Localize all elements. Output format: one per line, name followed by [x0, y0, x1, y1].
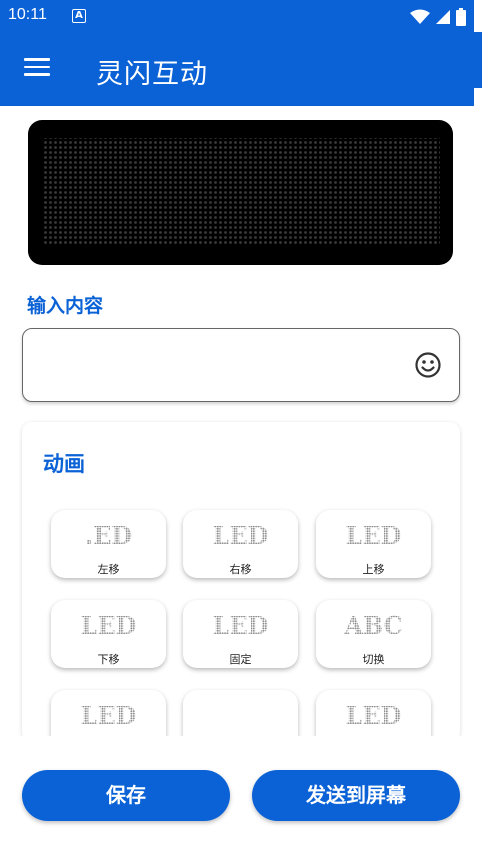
preview-text: LED: [346, 701, 402, 730]
app-bar: 灵闪互动: [0, 32, 474, 106]
animation-option-label: 左移: [97, 563, 120, 576]
text-input-field[interactable]: [22, 328, 460, 402]
animation-preview: ABC: [343, 611, 402, 640]
animation-option[interactable]: [183, 690, 298, 742]
preview-text: LED: [213, 611, 269, 640]
smiley-icon[interactable]: [414, 351, 442, 379]
animation-option-label: 上移: [362, 563, 385, 576]
animation-option[interactable]: ABC 切换: [316, 600, 431, 668]
animation-preview: LED: [213, 611, 269, 640]
animation-preview: [183, 698, 298, 730]
wifi-icon: [410, 9, 430, 24]
animation-option-label: 右移: [229, 563, 252, 576]
animation-option[interactable]: LED 上移: [316, 510, 431, 578]
status-bar: 10:11 A: [0, 0, 474, 32]
menu-icon[interactable]: [24, 58, 50, 78]
app-title: 灵闪互动: [96, 59, 208, 90]
screen-edge: [474, 0, 482, 856]
animation-preview: LED: [346, 701, 402, 730]
notification-icon: A: [72, 9, 86, 23]
animation-option-label: 下移: [97, 653, 120, 666]
preview-text: .ED: [85, 521, 132, 550]
status-time: 10:11: [8, 6, 47, 23]
signal-icon: [436, 10, 450, 24]
animation-option[interactable]: LED 右移: [183, 510, 298, 578]
edge-accent: [474, 32, 482, 88]
animation-preview: LED: [81, 611, 137, 640]
status-icons: [410, 8, 466, 26]
preview-text: LED: [346, 521, 402, 550]
animation-option-label: 固定: [229, 653, 252, 666]
animation-option[interactable]: .ED 左移: [51, 510, 166, 578]
animation-option[interactable]: LED 固定: [183, 600, 298, 668]
preview-text: ABC: [343, 611, 402, 640]
animation-option[interactable]: LED: [316, 690, 431, 742]
animation-preview: LED: [213, 521, 269, 550]
preview-text: LED: [81, 701, 137, 730]
save-button[interactable]: 保存: [22, 770, 230, 821]
animation-option-label: 切换: [362, 653, 385, 666]
send-to-screen-button[interactable]: 发送到屏幕: [252, 770, 460, 821]
animation-preview: .ED: [85, 521, 132, 550]
preview-text: LED: [213, 521, 269, 550]
animation-preview: LED: [346, 521, 402, 550]
preview-text: LED: [81, 611, 137, 640]
animation-card: 动画 .ED 左移 LED 右移 LED 上移 LED 下移 LED 固定 ABC 切换 LED LED: [22, 422, 460, 742]
animation-option[interactable]: LED 下移: [51, 600, 166, 668]
led-preview-display: [28, 120, 453, 265]
input-label: 输入内容: [27, 295, 104, 317]
battery-icon: [456, 8, 466, 26]
animation-title: 动画: [43, 452, 85, 476]
animation-option[interactable]: LED: [51, 690, 166, 742]
led-dot-matrix: [42, 138, 440, 246]
animation-preview: LED: [81, 701, 137, 730]
